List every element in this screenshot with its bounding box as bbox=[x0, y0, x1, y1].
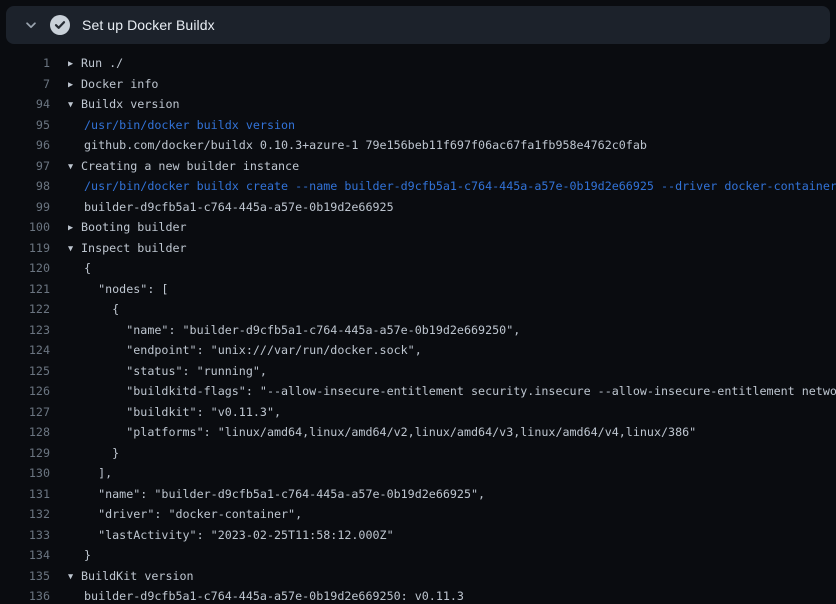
log-line[interactable]: 1 ▶Run ./ bbox=[0, 53, 836, 74]
log-line: 130 ], bbox=[0, 463, 836, 484]
line-number[interactable]: 94 bbox=[0, 94, 50, 115]
collapse-step-button[interactable] bbox=[18, 12, 44, 38]
line-text: "lastActivity": "2023-02-25T11:58:12.000… bbox=[84, 528, 394, 542]
line-number[interactable]: 122 bbox=[0, 299, 50, 320]
line-text: "driver": "docker-container", bbox=[84, 507, 302, 521]
line-number[interactable]: 131 bbox=[0, 484, 50, 505]
line-text: "endpoint": "unix:///var/run/docker.sock… bbox=[84, 343, 422, 357]
line-text: Booting builder bbox=[81, 220, 187, 234]
line-text: Run ./ bbox=[81, 56, 123, 70]
line-text: { bbox=[84, 261, 91, 275]
line-number[interactable]: 135 bbox=[0, 566, 50, 587]
log-line: 127 "buildkit": "v0.11.3", bbox=[0, 402, 836, 423]
line-number[interactable]: 121 bbox=[0, 279, 50, 300]
log-line[interactable]: 135 ▼BuildKit version bbox=[0, 566, 836, 587]
group-chevron-collapsed-icon: ▶ bbox=[68, 54, 81, 74]
line-text: /usr/bin/docker buildx create --name bui… bbox=[84, 179, 836, 193]
line-number[interactable]: 132 bbox=[0, 504, 50, 525]
line-text: builder-d9cfb5a1-c764-445a-a57e-0b19d2e6… bbox=[84, 200, 394, 214]
log-line: 99 builder-d9cfb5a1-c764-445a-a57e-0b19d… bbox=[0, 197, 836, 218]
line-text: "nodes": [ bbox=[84, 282, 168, 296]
line-number[interactable]: 100 bbox=[0, 217, 50, 238]
line-text: } bbox=[84, 446, 119, 460]
line-number[interactable]: 7 bbox=[0, 74, 50, 95]
group-chevron-expanded-icon: ▼ bbox=[68, 157, 81, 177]
line-text: Creating a new builder instance bbox=[81, 159, 299, 173]
line-number[interactable]: 136 bbox=[0, 586, 50, 604]
line-text: "buildkit": "v0.11.3", bbox=[84, 405, 281, 419]
log-line[interactable]: 100 ▶Booting builder bbox=[0, 217, 836, 238]
line-text: } bbox=[84, 548, 91, 562]
step-title: Set up Docker Buildx bbox=[82, 17, 215, 33]
line-number[interactable]: 130 bbox=[0, 463, 50, 484]
group-chevron-collapsed-icon: ▶ bbox=[68, 218, 81, 238]
line-number[interactable]: 134 bbox=[0, 545, 50, 566]
line-text: "name": "builder-d9cfb5a1-c764-445a-a57e… bbox=[84, 487, 485, 501]
group-chevron-expanded-icon: ▼ bbox=[68, 239, 81, 259]
line-number[interactable]: 98 bbox=[0, 176, 50, 197]
log-line: 98 /usr/bin/docker buildx create --name … bbox=[0, 176, 836, 197]
log-lines: 1 ▶Run ./ 7 ▶Docker info 94 ▼Buildx vers… bbox=[0, 44, 836, 604]
log-line[interactable]: 94 ▼Buildx version bbox=[0, 94, 836, 115]
log-line[interactable]: 7 ▶Docker info bbox=[0, 74, 836, 95]
log-line: 95 /usr/bin/docker buildx version bbox=[0, 115, 836, 136]
log-line: 126 "buildkitd-flags": "--allow-insecure… bbox=[0, 381, 836, 402]
line-number[interactable]: 123 bbox=[0, 320, 50, 341]
log-line: 136 builder-d9cfb5a1-c764-445a-a57e-0b19… bbox=[0, 586, 836, 604]
chevron-down-icon bbox=[24, 18, 38, 32]
line-text: "buildkitd-flags": "--allow-insecure-ent… bbox=[84, 384, 836, 398]
log-line: 133 "lastActivity": "2023-02-25T11:58:12… bbox=[0, 525, 836, 546]
group-chevron-expanded-icon: ▼ bbox=[68, 567, 81, 587]
line-text: { bbox=[84, 302, 119, 316]
line-text: ], bbox=[84, 466, 112, 480]
line-number[interactable]: 120 bbox=[0, 258, 50, 279]
log-line: 131 "name": "builder-d9cfb5a1-c764-445a-… bbox=[0, 484, 836, 505]
log-line[interactable]: 119 ▼Inspect builder bbox=[0, 238, 836, 259]
log-line: 121 "nodes": [ bbox=[0, 279, 836, 300]
step-header[interactable]: Set up Docker Buildx bbox=[6, 6, 830, 44]
line-text: "platforms": "linux/amd64,linux/amd64/v2… bbox=[84, 425, 696, 439]
line-text: builder-d9cfb5a1-c764-445a-a57e-0b19d2e6… bbox=[84, 589, 464, 603]
group-chevron-collapsed-icon: ▶ bbox=[68, 75, 81, 95]
line-number[interactable]: 125 bbox=[0, 361, 50, 382]
status-success-icon bbox=[50, 15, 70, 35]
line-text: Inspect builder bbox=[81, 241, 187, 255]
line-text: github.com/docker/buildx 0.10.3+azure-1 … bbox=[84, 138, 647, 152]
log-line: 134 } bbox=[0, 545, 836, 566]
log-line: 122 { bbox=[0, 299, 836, 320]
line-number[interactable]: 124 bbox=[0, 340, 50, 361]
line-text: "status": "running", bbox=[84, 364, 267, 378]
line-number[interactable]: 129 bbox=[0, 443, 50, 464]
log-line[interactable]: 97 ▼Creating a new builder instance bbox=[0, 156, 836, 177]
line-text: Docker info bbox=[81, 77, 158, 91]
line-number[interactable]: 96 bbox=[0, 135, 50, 156]
line-number[interactable]: 97 bbox=[0, 156, 50, 177]
line-number[interactable]: 119 bbox=[0, 238, 50, 259]
group-chevron-expanded-icon: ▼ bbox=[68, 95, 81, 115]
log-line: 125 "status": "running", bbox=[0, 361, 836, 382]
log-line: 124 "endpoint": "unix:///var/run/docker.… bbox=[0, 340, 836, 361]
line-number[interactable]: 1 bbox=[0, 53, 50, 74]
log-line: 128 "platforms": "linux/amd64,linux/amd6… bbox=[0, 422, 836, 443]
line-number[interactable]: 133 bbox=[0, 525, 50, 546]
log-line: 129 } bbox=[0, 443, 836, 464]
line-number[interactable]: 99 bbox=[0, 197, 50, 218]
line-text: Buildx version bbox=[81, 97, 180, 111]
line-number[interactable]: 95 bbox=[0, 115, 50, 136]
line-text: BuildKit version bbox=[81, 569, 194, 583]
log-line: 120 { bbox=[0, 258, 836, 279]
log-line: 96 github.com/docker/buildx 0.10.3+azure… bbox=[0, 135, 836, 156]
log-line: 132 "driver": "docker-container", bbox=[0, 504, 836, 525]
line-number[interactable]: 127 bbox=[0, 402, 50, 423]
line-number[interactable]: 128 bbox=[0, 422, 50, 443]
line-text: "name": "builder-d9cfb5a1-c764-445a-a57e… bbox=[84, 323, 520, 337]
log-line: 123 "name": "builder-d9cfb5a1-c764-445a-… bbox=[0, 320, 836, 341]
line-number[interactable]: 126 bbox=[0, 381, 50, 402]
line-text: /usr/bin/docker buildx version bbox=[84, 118, 295, 132]
